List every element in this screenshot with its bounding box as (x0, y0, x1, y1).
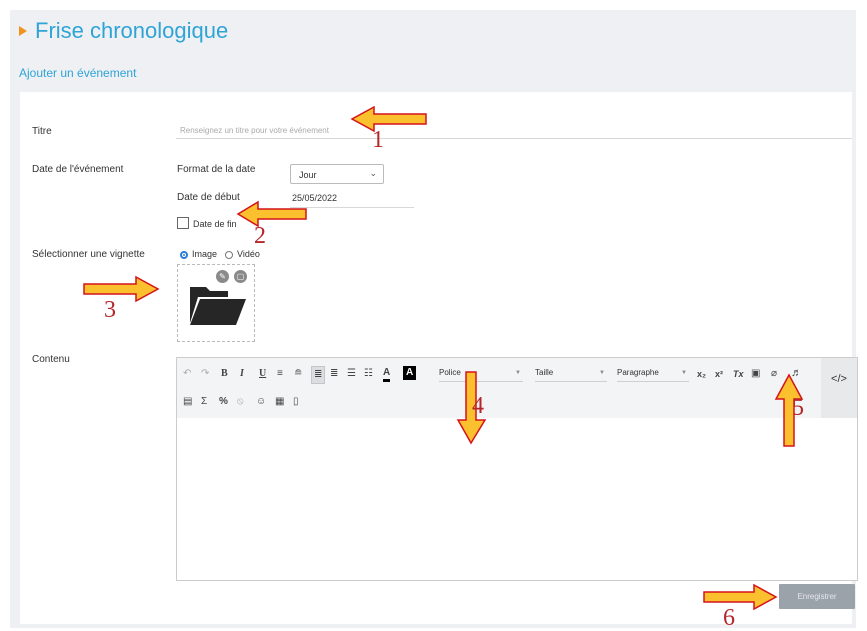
annotation-number: 4 (472, 393, 484, 419)
align-right-icon[interactable]: ≣ (330, 368, 338, 380)
event-form: Titre Renseignez un titre pour votre évé… (20, 92, 858, 624)
format-label: Format de la date (177, 164, 256, 175)
undo-icon[interactable]: ↶ (183, 368, 191, 380)
list-bullet-icon[interactable]: ☰ (347, 368, 356, 380)
section-title: Ajouter un événement (19, 66, 137, 80)
taille-dropdown[interactable]: Taille ▼ (535, 368, 607, 382)
date-fin-label[interactable]: Date de fin (193, 219, 237, 229)
emoji-icon[interactable]: ☺ (256, 396, 266, 408)
unlink-icon[interactable]: ⦸ (237, 396, 244, 408)
table-icon[interactable]: ▦ (275, 396, 284, 408)
subscript-icon[interactable]: x₂ (697, 368, 706, 380)
document-icon[interactable]: ▯ (293, 396, 299, 408)
titre-placeholder[interactable]: Renseignez un titre pour votre événement (180, 126, 329, 135)
page-header: Frise chronologique (19, 18, 228, 44)
titre-label: Titre (32, 126, 52, 137)
link-icon[interactable]: % (219, 396, 228, 408)
image-icon[interactable]: ▣ (751, 368, 760, 380)
vignette-label: Sélectionner une vignette (32, 249, 145, 260)
video-icon[interactable]: ▤ (183, 396, 192, 408)
radio-video-label[interactable]: Vidéo (237, 249, 260, 259)
align-justify-icon[interactable]: ≡ (277, 368, 283, 380)
debut-label: Date de début (177, 192, 240, 203)
code-view-button[interactable]: </> (821, 358, 857, 418)
annotation-number: 3 (104, 297, 116, 323)
dropdown-caret-icon: ▼ (515, 370, 521, 376)
clear-format-icon[interactable]: Tx (733, 368, 744, 380)
page-title: Frise chronologique (35, 18, 229, 43)
editor-toolbar: ↶ ↷ B I U ≡ ≘ ≣ ≣ ☰ ☷ A A Police ▼ Taille… (177, 358, 821, 418)
titre-input[interactable] (176, 138, 852, 139)
page-background: Frise chronologique Ajouter un événement… (10, 10, 858, 628)
radio-image-label[interactable]: Image (192, 249, 217, 259)
format-select[interactable]: Jour ⌄ (290, 164, 384, 184)
edit-icon[interactable]: ✎ (216, 270, 229, 283)
annotation-number: 1 (372, 127, 384, 153)
format-value: Jour (299, 170, 317, 180)
save-button[interactable]: Enregistrer (779, 584, 855, 609)
contenu-label: Contenu (32, 354, 70, 365)
bold-icon[interactable]: B (221, 368, 228, 380)
background-color-icon[interactable]: A (403, 366, 417, 380)
list-number-icon[interactable]: ☷ (364, 368, 373, 380)
annotation-number: 5 (792, 395, 804, 421)
annotation-arrow-left-icon (350, 105, 427, 133)
annotation-arrow-right-icon (83, 275, 160, 303)
underline-icon[interactable]: U (259, 368, 266, 380)
annotation-number: 6 (723, 605, 735, 631)
paragraphe-dropdown[interactable]: Paragraphe ▼ (617, 368, 689, 382)
annotation-number: 2 (254, 223, 266, 249)
annotation-arrow-right-icon (703, 583, 778, 611)
delete-icon[interactable]: ▢ (234, 270, 247, 283)
paragraphe-value: Paragraphe (617, 368, 659, 377)
annotation-arrow-left-icon (236, 200, 307, 228)
font-color-icon[interactable]: A (383, 367, 391, 382)
redo-icon[interactable]: ↷ (201, 368, 209, 380)
folder-open-icon (190, 287, 246, 325)
thumbnail-box[interactable]: ✎ ▢ (177, 264, 255, 342)
radio-video[interactable] (225, 251, 233, 259)
debut-underline (290, 207, 414, 208)
radio-image[interactable] (180, 251, 188, 259)
sigma-icon[interactable]: Σ (201, 396, 207, 408)
date-fin-checkbox[interactable] (177, 217, 189, 229)
align-left-icon[interactable]: ≣ (311, 366, 326, 384)
superscript-icon[interactable]: x² (715, 368, 723, 380)
rich-text-editor[interactable]: ↶ ↷ B I U ≡ ≘ ≣ ≣ ☰ ☷ A A Police ▼ Taille… (176, 357, 858, 581)
chevron-down-icon: ⌄ (369, 168, 377, 178)
date-label: Date de l'événement (32, 164, 124, 175)
dropdown-caret-icon: ▼ (599, 370, 605, 376)
align-center-icon[interactable]: ≘ (294, 368, 302, 380)
taille-value: Taille (535, 368, 554, 377)
italic-icon[interactable]: I (240, 368, 244, 380)
triangle-bullet-icon (19, 26, 27, 36)
dropdown-caret-icon: ▼ (681, 370, 687, 376)
